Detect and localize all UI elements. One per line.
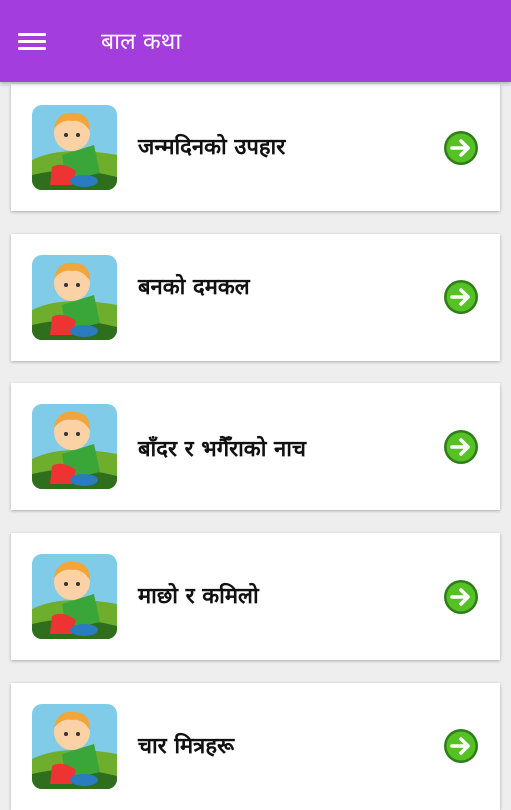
- story-card[interactable]: माछो र कमिलो: [11, 533, 500, 660]
- right-arrow-circle-icon[interactable]: [443, 728, 479, 764]
- boy-reading-book-icon: [32, 105, 117, 190]
- boy-reading-book-icon: [32, 554, 117, 639]
- right-arrow-circle-icon[interactable]: [443, 130, 479, 166]
- story-title: बनको दमकल: [138, 275, 250, 300]
- right-arrow-circle-icon[interactable]: [443, 579, 479, 615]
- right-arrow-circle-icon[interactable]: [443, 279, 479, 315]
- app-bar: बाल कथा: [0, 0, 511, 82]
- story-card[interactable]: चार मित्रहरू: [11, 683, 500, 810]
- page-title: बाल कथा: [101, 29, 182, 55]
- boy-reading-book-icon: [32, 255, 117, 340]
- story-title: बाँदर र भगैँराको नाच: [138, 437, 306, 462]
- story-card[interactable]: बनको दमकल: [11, 234, 500, 361]
- story-title: चार मित्रहरू: [138, 734, 235, 759]
- story-title: जन्मदिनको उपहार: [138, 135, 286, 160]
- right-arrow-circle-icon[interactable]: [443, 429, 479, 465]
- boy-reading-book-icon: [32, 704, 117, 789]
- boy-reading-book-icon: [32, 404, 117, 489]
- hamburger-menu-icon[interactable]: [18, 33, 46, 51]
- story-card[interactable]: जन्मदिनको उपहार: [11, 84, 500, 211]
- story-title: माछो र कमिलो: [138, 584, 259, 609]
- story-card[interactable]: बाँदर र भगैँराको नाच: [11, 383, 500, 510]
